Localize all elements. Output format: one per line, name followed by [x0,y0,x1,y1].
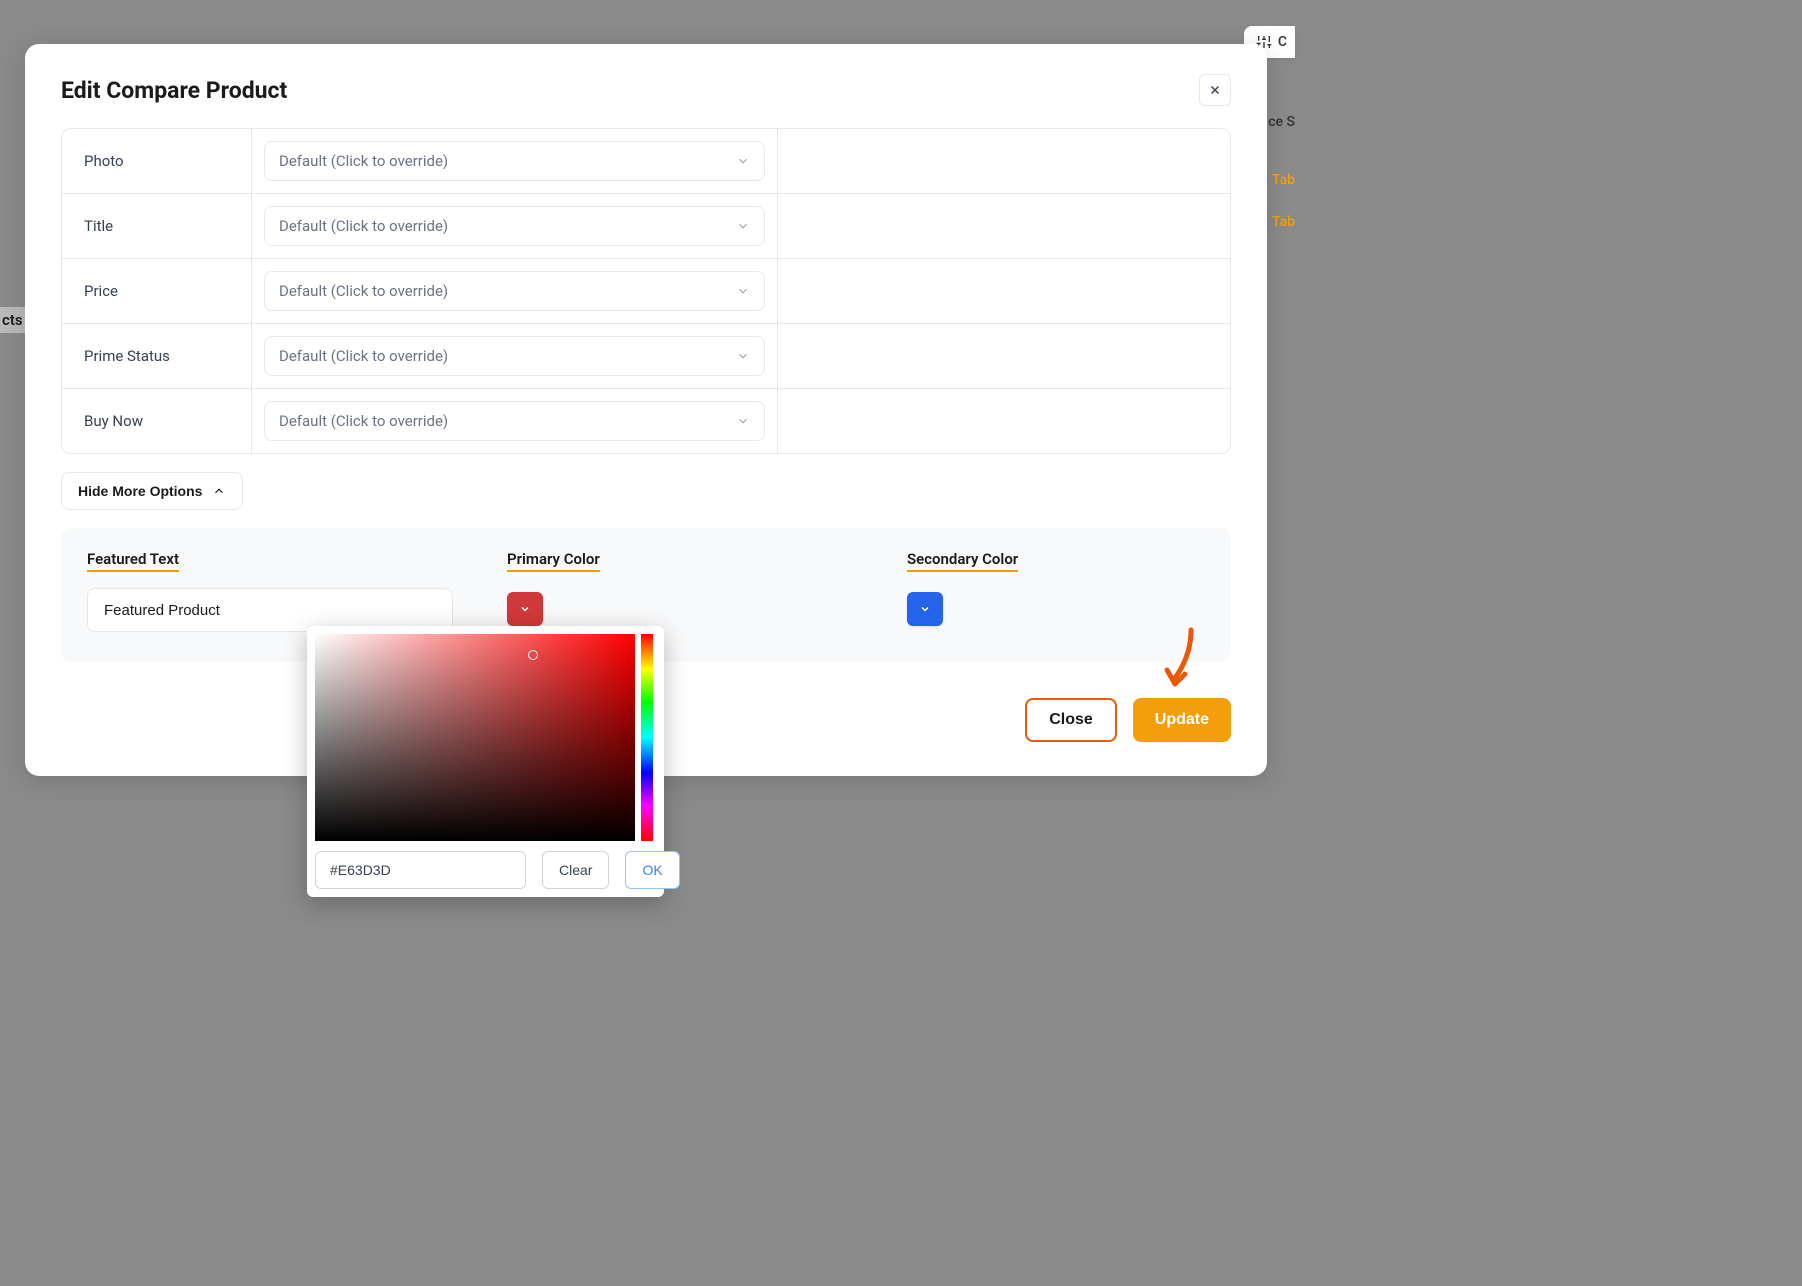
ok-label: OK [642,862,662,878]
modal-header: Edit Compare Product [61,74,1231,106]
picker-controls: Clear OK [315,851,656,889]
toggle-label: Hide More Options [78,483,202,499]
primary-color-swatch[interactable] [507,592,543,626]
hide-more-options-button[interactable]: Hide More Options [61,472,243,510]
spare-cell [778,129,1230,193]
chevron-down-icon [736,349,750,363]
bg-settings-label: C [1278,34,1287,50]
form-row-buy-now: Buy Now Default (Click to override) [62,389,1230,453]
close-button-label: Close [1049,711,1093,729]
select-value: Default (Click to override) [279,282,448,300]
saturation-area[interactable] [315,634,635,841]
secondary-color-group: Secondary Color [907,550,1018,632]
picker-clear-button[interactable]: Clear [542,851,609,889]
chevron-up-icon [212,484,226,498]
featured-text-label: Featured Text [87,550,179,572]
close-icon [1208,83,1222,97]
buy-now-select[interactable]: Default (Click to override) [264,401,765,441]
form-row-price: Price Default (Click to override) [62,259,1230,324]
primary-color-label: Primary Color [507,550,600,572]
spare-cell [778,259,1230,323]
spare-cell [778,194,1230,258]
chevron-down-icon [736,284,750,298]
title-select[interactable]: Default (Click to override) [264,206,765,246]
row-label: Photo [62,129,252,193]
bg-text-1: ce S [1268,114,1295,130]
spare-cell [778,389,1230,453]
bg-link-2[interactable]: Tab [1272,214,1295,230]
form-row-prime-status: Prime Status Default (Click to override) [62,324,1230,389]
close-button[interactable]: Close [1025,698,1117,742]
chevron-down-icon [736,154,750,168]
hex-input[interactable] [315,851,526,889]
modal-title: Edit Compare Product [61,77,287,104]
secondary-color-swatch[interactable] [907,592,943,626]
prime-status-select[interactable]: Default (Click to override) [264,336,765,376]
annotation-arrow-icon [1161,626,1201,698]
saturation-cursor[interactable] [528,650,538,660]
select-value: Default (Click to override) [279,347,448,365]
select-value: Default (Click to override) [279,412,448,430]
secondary-color-label: Secondary Color [907,550,1018,572]
chevron-down-icon [736,219,750,233]
form-row-title: Title Default (Click to override) [62,194,1230,259]
price-select[interactable]: Default (Click to override) [264,271,765,311]
update-button[interactable]: Update [1133,698,1231,742]
featured-text-group: Featured Text [87,550,477,632]
row-label: Buy Now [62,389,252,453]
primary-color-group: Primary Color [507,550,877,632]
row-label: Title [62,194,252,258]
bg-link-1[interactable]: Tab [1272,172,1295,188]
bg-left-label: cts [0,307,25,333]
chevron-down-icon [519,603,531,615]
color-picker-popover: Clear OK [307,626,664,897]
row-label: Prime Status [62,324,252,388]
modal-close-button[interactable] [1199,74,1231,106]
form-table: Photo Default (Click to override) Title … [61,128,1231,454]
chevron-down-icon [919,603,931,615]
row-label: Price [62,259,252,323]
hue-slider[interactable] [641,634,653,841]
select-value: Default (Click to override) [279,152,448,170]
spare-cell [778,324,1230,388]
form-row-photo: Photo Default (Click to override) [62,129,1230,194]
clear-label: Clear [559,862,592,878]
photo-select[interactable]: Default (Click to override) [264,141,765,181]
chevron-down-icon [736,414,750,428]
update-button-label: Update [1155,711,1209,729]
picker-ok-button[interactable]: OK [625,851,679,889]
select-value: Default (Click to override) [279,217,448,235]
